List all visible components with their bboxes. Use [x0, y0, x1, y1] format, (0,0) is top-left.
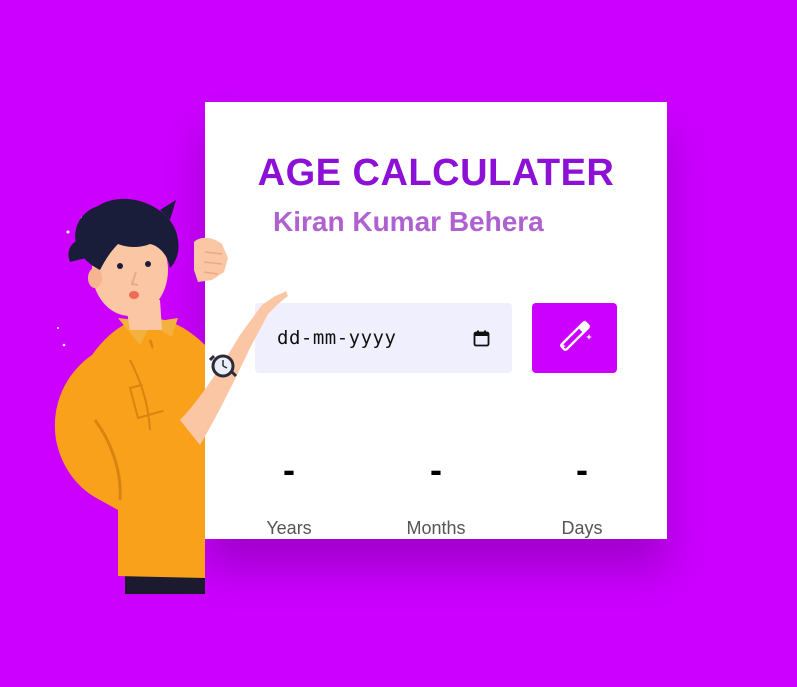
days-value: - [576, 449, 588, 490]
age-calculator-card: AGE CALCULATER Kiran Kumar Behera dd-mm-… [205, 102, 667, 539]
calculate-button[interactable] [532, 303, 617, 373]
days-label: Days [561, 518, 603, 538]
years-label: Years [266, 518, 312, 538]
calendar-icon[interactable] [473, 330, 490, 347]
days-result: - Days [507, 452, 657, 539]
years-value: - [283, 449, 295, 490]
birthdate-input[interactable]: dd-mm-yyyy [255, 303, 512, 373]
date-input-placeholder: dd-mm-yyyy [277, 327, 397, 349]
months-value: - [430, 449, 442, 490]
page: AGE CALCULATER Kiran Kumar Behera dd-mm-… [0, 0, 797, 687]
page-title: AGE CALCULATER [257, 152, 615, 194]
years-result: - Years [214, 452, 364, 539]
author-name: Kiran Kumar Behera [273, 206, 544, 237]
months-result: - Months [361, 452, 511, 539]
magic-wand-icon [556, 317, 594, 359]
months-label: Months [406, 518, 466, 538]
